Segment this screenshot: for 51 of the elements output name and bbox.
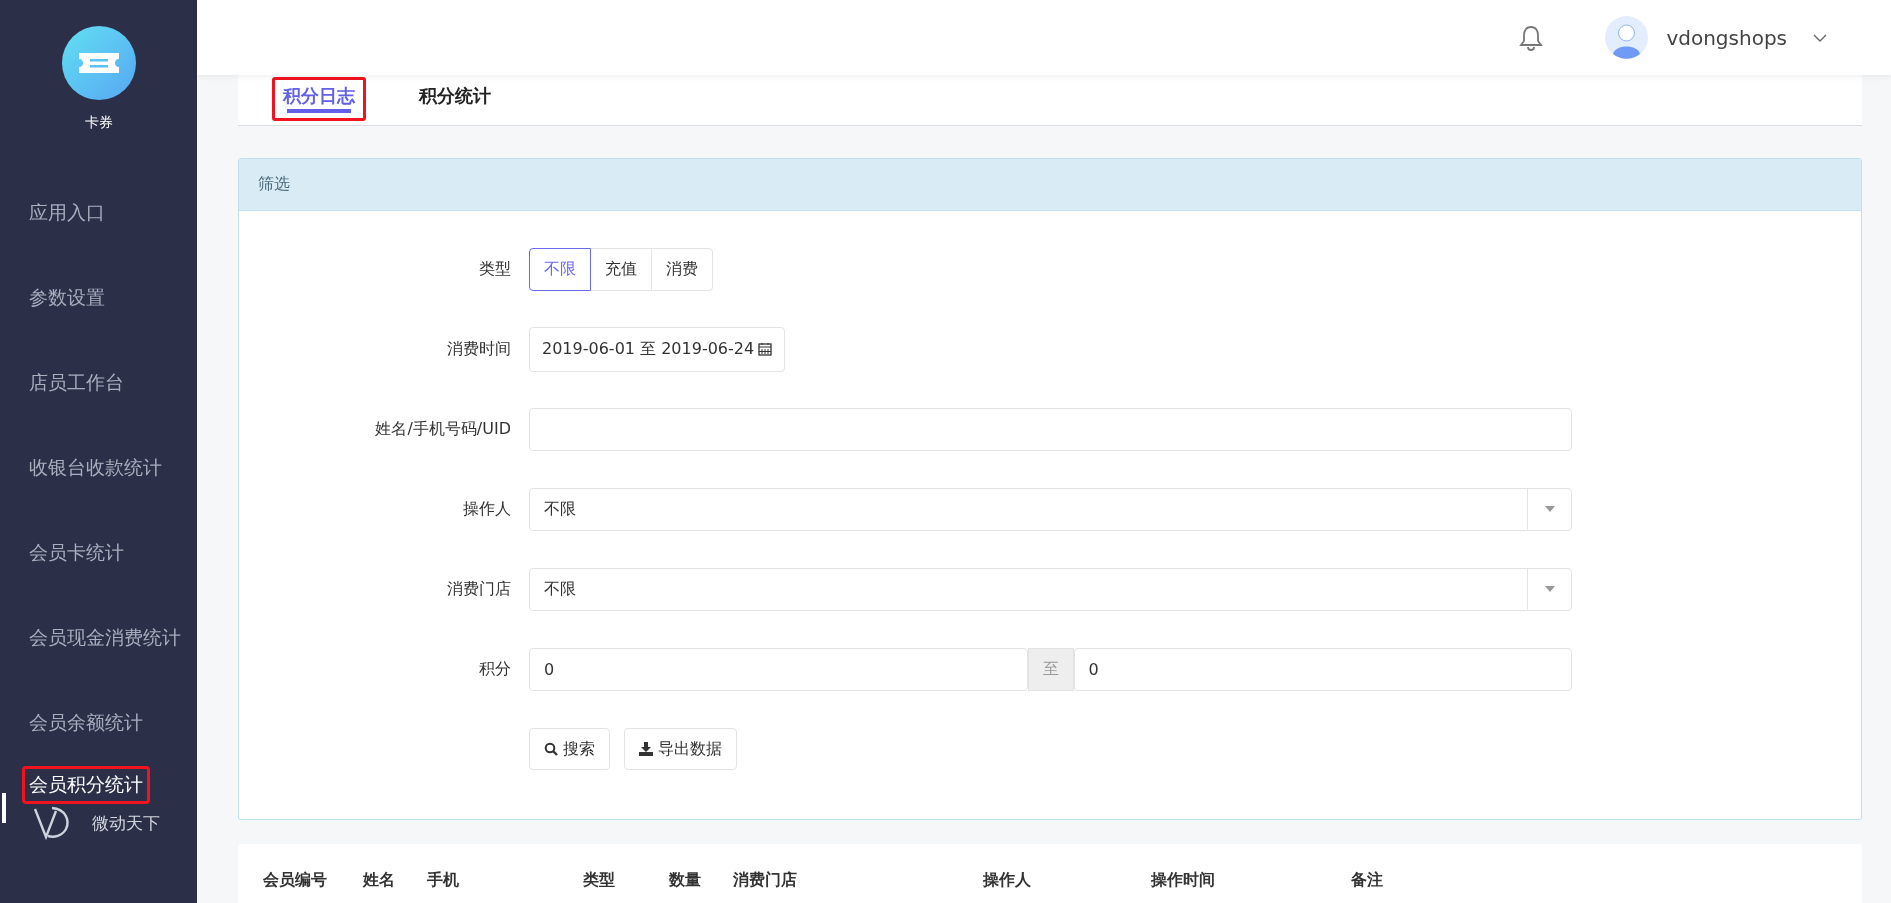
- column-header: 类型: [583, 870, 616, 891]
- export-button[interactable]: 导出数据: [624, 728, 737, 770]
- username[interactable]: vdongshops: [1666, 25, 1787, 50]
- column-header: 手机: [427, 870, 460, 891]
- search-button[interactable]: 搜索: [529, 728, 610, 770]
- field-label: 姓名/手机号码/UID: [374, 418, 512, 440]
- sidebar-item[interactable]: 会员现金消费统计: [22, 618, 188, 657]
- sidebar-item[interactable]: 会员积分统计: [22, 766, 150, 804]
- field-label: 积分: [478, 658, 512, 680]
- search-icon: [544, 742, 558, 756]
- search-input[interactable]: [529, 407, 1572, 451]
- caret-icon: [1544, 506, 1555, 512]
- calendar-icon: [758, 342, 773, 356]
- column-header: 操作时间: [1151, 870, 1216, 891]
- sidebar-item[interactable]: 会员卡统计: [22, 533, 131, 572]
- sidebar-item[interactable]: 应用入口: [22, 193, 112, 232]
- brand-name: 微动天下: [92, 811, 160, 835]
- column-header: 会员编号: [263, 870, 328, 891]
- column-header: 消费门店: [733, 870, 798, 891]
- sidebar-item[interactable]: 会员余额统计: [22, 703, 150, 742]
- column-header: 备注: [1351, 870, 1384, 891]
- download-icon: [639, 742, 653, 756]
- avatar-icon[interactable]: [1605, 16, 1649, 59]
- tab[interactable]: 积分日志: [272, 77, 366, 121]
- field-label: 消费门店: [446, 578, 512, 600]
- column-header: 姓名: [363, 870, 396, 891]
- sidebar-item[interactable]: 收银台收款统计: [22, 448, 169, 487]
- sidebar-item[interactable]: 参数设置: [22, 278, 112, 317]
- ticket-icon: [61, 26, 136, 100]
- field-label: 操作人: [462, 498, 512, 520]
- select-field[interactable]: 不限: [529, 567, 1572, 611]
- field-label: 消费时间: [446, 338, 512, 360]
- column-header: 操作人: [983, 870, 1032, 891]
- caret-icon: [1544, 586, 1555, 592]
- range-to-field[interactable]: 0: [1073, 647, 1572, 691]
- panel-title: 筛选: [258, 174, 290, 195]
- segment-option[interactable]: 充值: [590, 247, 652, 291]
- column-header: 数量: [669, 870, 702, 891]
- field-label: 类型: [478, 258, 512, 280]
- segment-option[interactable]: 消费: [651, 247, 713, 291]
- date-range-field[interactable]: 2019-06-01 至 2019-06-24: [529, 326, 786, 372]
- range-separator: 至: [1027, 647, 1074, 691]
- brand-logo-icon: [32, 805, 72, 841]
- bell-icon[interactable]: [1519, 24, 1544, 51]
- range-from-field[interactable]: 0: [529, 647, 1028, 691]
- chevron-down-icon[interactable]: [1813, 33, 1827, 42]
- sidebar-item[interactable]: 店员工作台: [22, 363, 131, 402]
- tab[interactable]: 积分统计: [408, 77, 502, 121]
- app-title: 卡券: [84, 114, 113, 132]
- select-field[interactable]: 不限: [529, 487, 1572, 531]
- segment-option[interactable]: 不限: [529, 247, 591, 291]
